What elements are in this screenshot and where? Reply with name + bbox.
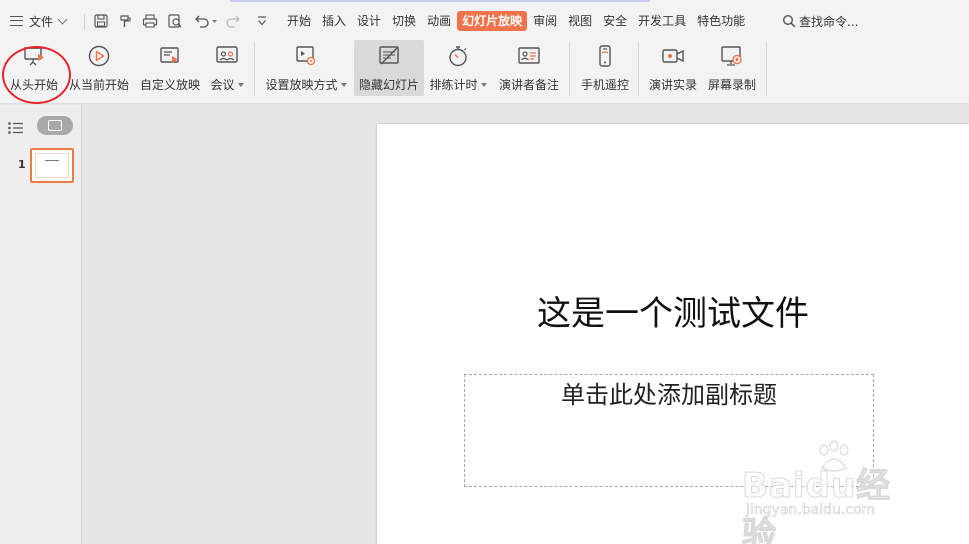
slides-panel: 1 bbox=[0, 105, 82, 544]
slide-number: 1 bbox=[18, 158, 26, 171]
projector-screen-play-icon bbox=[22, 44, 46, 68]
record-presentation-button[interactable]: 演讲实录 bbox=[646, 40, 700, 96]
from-current-button[interactable]: 从当前开始 bbox=[66, 40, 132, 96]
custom-show-button[interactable]: 自定义放映 bbox=[138, 40, 202, 96]
mobile-phone-icon bbox=[593, 44, 617, 68]
hamburger-icon bbox=[10, 16, 23, 26]
presenter-notes-label: 演讲者备注 bbox=[498, 78, 559, 92]
meeting-label-text: 会议 bbox=[210, 78, 235, 92]
slideshow-ribbon: 从头开始 从当前开始 自定义放映 会议 设置放映方式 隐藏幻灯片 排练计时 演讲… bbox=[0, 38, 969, 104]
chevron-down-icon bbox=[57, 14, 68, 24]
slide-thumbnail[interactable] bbox=[30, 148, 74, 183]
tab-special-features[interactable]: 特色功能 bbox=[692, 11, 750, 31]
screen-record-icon bbox=[720, 44, 744, 68]
dropdown-caret-icon bbox=[480, 82, 487, 87]
hide-slide-button[interactable]: 隐藏幻灯片 bbox=[354, 40, 424, 96]
search-icon bbox=[782, 14, 796, 28]
subtitle-placeholder-text: 单击此处添加副标题 bbox=[561, 381, 777, 409]
screen-recording-label: 屏幕录制 bbox=[707, 78, 756, 92]
tab-animations[interactable]: 动画 bbox=[422, 11, 456, 31]
undo-icon[interactable] bbox=[193, 13, 219, 29]
rehearse-timing-label: 排练计时 bbox=[429, 76, 487, 93]
setup-show-button[interactable]: 设置放映方式 bbox=[263, 40, 349, 96]
from-start-button[interactable]: 从头开始 bbox=[6, 40, 62, 96]
command-search[interactable]: 查找命令... bbox=[782, 11, 858, 31]
presenter-notes-button[interactable]: 演讲者备注 bbox=[496, 40, 562, 96]
format-painter-icon[interactable] bbox=[117, 13, 133, 29]
ribbon-divider bbox=[254, 42, 255, 96]
tab-security[interactable]: 安全 bbox=[598, 11, 632, 31]
tab-insert[interactable]: 插入 bbox=[317, 11, 351, 31]
ribbon-divider bbox=[766, 42, 767, 96]
rehearse-timing-button[interactable]: 排练计时 bbox=[428, 40, 488, 96]
tab-home[interactable]: 开始 bbox=[282, 11, 316, 31]
screen-recording-button[interactable]: 屏幕录制 bbox=[706, 40, 758, 96]
tab-design[interactable]: 设计 bbox=[352, 11, 386, 31]
rehearse-timing-label-text: 排练计时 bbox=[429, 78, 478, 92]
ribbon-divider bbox=[638, 42, 639, 96]
divider bbox=[84, 14, 85, 30]
meeting-label: 会议 bbox=[210, 76, 244, 93]
slideshow-settings-icon bbox=[294, 44, 318, 68]
record-presentation-label: 演讲实录 bbox=[648, 78, 697, 92]
menu-bar: 文件 开始 插入 设计 切换 动画 幻灯片放映 审阅 视图 安全 开发工具 特色… bbox=[0, 4, 969, 38]
phone-remote-button[interactable]: 手机遥控 bbox=[578, 40, 632, 96]
tab-view[interactable]: 视图 bbox=[563, 11, 597, 31]
redo-icon[interactable] bbox=[226, 13, 242, 29]
meeting-icon bbox=[215, 44, 239, 68]
slide-title[interactable]: 这是一个测试文件 bbox=[377, 286, 969, 335]
ribbon-tabs: 开始 插入 设计 切换 动画 幻灯片放映 审阅 视图 安全 开发工具 特色功能 bbox=[282, 10, 751, 32]
subtitle-placeholder[interactable]: 单击此处添加副标题 bbox=[464, 374, 874, 487]
outline-view-icon[interactable] bbox=[8, 119, 24, 134]
slide-view-icon bbox=[48, 120, 62, 131]
hide-slide-label: 隐藏幻灯片 bbox=[358, 78, 419, 92]
tab-review[interactable]: 审阅 bbox=[528, 11, 562, 31]
slide-canvas[interactable]: 这是一个测试文件 单击此处添加副标题 bbox=[377, 124, 969, 544]
tab-developer[interactable]: 开发工具 bbox=[633, 11, 691, 31]
slide-view-toggle[interactable] bbox=[37, 116, 73, 135]
stopwatch-icon bbox=[446, 44, 470, 68]
setup-show-label: 设置放映方式 bbox=[265, 76, 347, 93]
custom-show-label: 自定义放映 bbox=[139, 78, 200, 92]
tab-slideshow[interactable]: 幻灯片放映 bbox=[457, 11, 528, 31]
phone-remote-label: 手机遥控 bbox=[580, 78, 629, 92]
from-start-label: 从头开始 bbox=[9, 78, 58, 92]
print-preview-icon[interactable] bbox=[167, 13, 183, 29]
dropdown-caret-icon bbox=[340, 82, 347, 87]
print-icon[interactable] bbox=[142, 13, 158, 29]
ribbon-divider bbox=[569, 42, 570, 96]
file-menu[interactable]: 文件 bbox=[6, 10, 70, 32]
file-menu-label: 文件 bbox=[29, 14, 54, 29]
hide-slide-icon bbox=[377, 44, 401, 68]
play-circle-icon bbox=[87, 44, 111, 68]
from-current-label: 从当前开始 bbox=[68, 78, 129, 92]
slide-thumbnail-title-line bbox=[45, 160, 59, 161]
tab-transitions[interactable]: 切换 bbox=[387, 11, 421, 31]
slide-editor: 这是一个测试文件 单击此处添加副标题 bbox=[83, 105, 969, 544]
dropdown-caret-icon bbox=[237, 82, 244, 87]
video-camera-icon bbox=[661, 44, 685, 68]
meeting-button[interactable]: 会议 bbox=[207, 40, 247, 96]
command-search-label: 查找命令... bbox=[799, 14, 859, 29]
presenter-notes-icon bbox=[517, 44, 541, 68]
custom-slideshow-icon bbox=[158, 44, 182, 68]
save-icon[interactable] bbox=[93, 13, 109, 29]
setup-show-label-text: 设置放映方式 bbox=[265, 78, 338, 92]
slide-thumbnail-page bbox=[35, 153, 69, 178]
document-tab-hint bbox=[230, 0, 650, 2]
customize-toolbar-icon[interactable] bbox=[254, 13, 270, 29]
